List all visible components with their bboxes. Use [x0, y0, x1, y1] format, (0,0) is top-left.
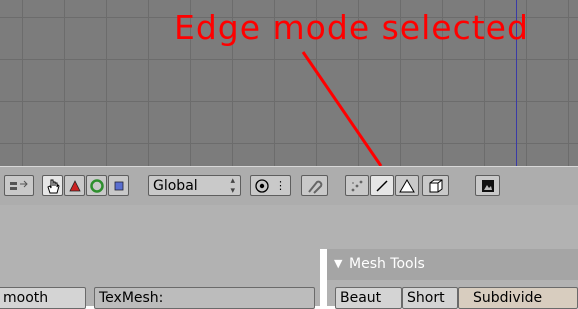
- texmesh-label: TexMesh:: [99, 290, 164, 306]
- annotation-arrow: [301, 51, 383, 166]
- collapse-triangle-icon: ▼: [334, 257, 343, 270]
- snap-button[interactable]: [301, 175, 328, 196]
- render-icon: [481, 179, 495, 193]
- face-select-icon: [399, 178, 415, 193]
- mesh-tools-header[interactable]: ▼ Mesh Tools: [327, 249, 578, 280]
- manipulator-toggle-button[interactable]: [42, 175, 63, 196]
- snap-icon: [306, 178, 324, 194]
- buttons-window-header: [0, 205, 578, 249]
- pivot-icon: [254, 178, 270, 194]
- set-smooth-label: mooth: [3, 290, 49, 306]
- mesh-tools-panel: ▼ Mesh Tools Beaut Short Subdivide: [327, 249, 578, 309]
- pivot-select[interactable]: ⋮: [250, 175, 291, 196]
- vertex-select-icon: [350, 179, 364, 193]
- orientation-select-value: Global: [153, 177, 198, 194]
- edge-select-button[interactable]: [370, 175, 394, 196]
- occlude-icon: [428, 178, 444, 194]
- scale-icon: [113, 180, 125, 192]
- layer-icon: [9, 180, 29, 192]
- mesh-tools-title: Mesh Tools: [349, 256, 425, 272]
- scale-button[interactable]: [108, 175, 129, 196]
- translate-icon: [68, 179, 81, 192]
- 3d-viewport[interactable]: Edge mode selected: [0, 0, 578, 166]
- edge-select-icon: [375, 179, 389, 193]
- beauty-label: Beaut: [340, 290, 382, 306]
- updown-icon: ⋮: [275, 179, 286, 192]
- translate-button[interactable]: [64, 175, 85, 196]
- short-label: Short: [407, 290, 445, 306]
- face-select-button[interactable]: [395, 175, 419, 196]
- mesh-properties-panel: mooth TexMesh:: [0, 249, 320, 309]
- subdivide-label: Subdivide: [473, 290, 543, 306]
- rotate-icon: [89, 178, 104, 193]
- viewport-header: Global ▴ ▾ ⋮: [0, 166, 578, 206]
- render-preview-button[interactable]: [475, 175, 500, 196]
- updown-icon: ▴ ▾: [230, 175, 235, 196]
- orientation-select[interactable]: Global ▴ ▾: [148, 175, 241, 196]
- rotate-button[interactable]: [86, 175, 107, 196]
- layer-button[interactable]: [4, 175, 34, 196]
- vertex-select-button[interactable]: [345, 175, 369, 196]
- hand-icon: [46, 178, 60, 194]
- occlude-geometry-button[interactable]: [422, 175, 449, 196]
